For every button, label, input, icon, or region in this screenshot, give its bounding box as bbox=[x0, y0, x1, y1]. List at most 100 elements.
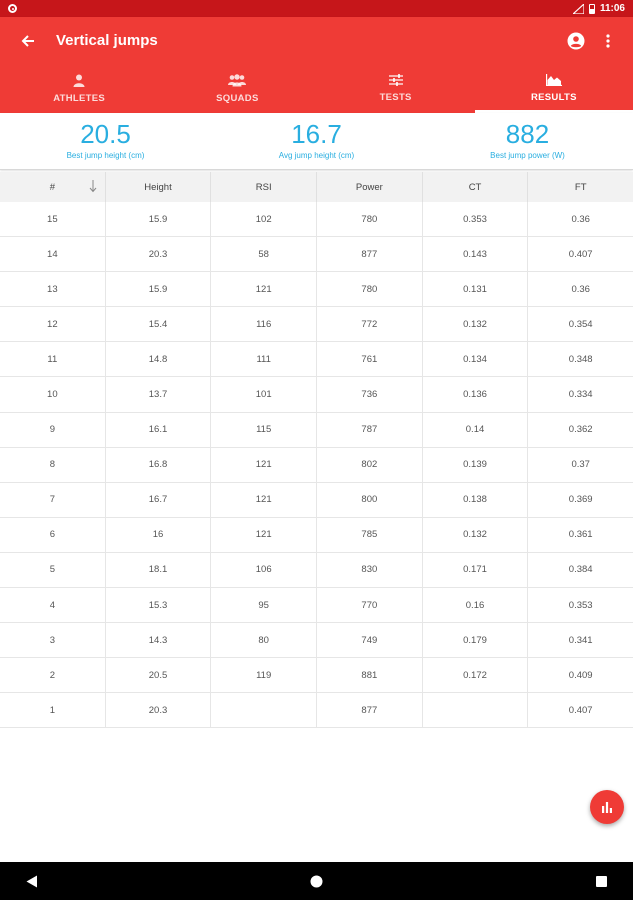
notification-icon bbox=[8, 4, 17, 13]
signal-icon bbox=[572, 3, 584, 14]
nav-recents-icon[interactable] bbox=[591, 871, 611, 891]
cell-rsi: 121 bbox=[211, 517, 318, 552]
cell-rsi: 121 bbox=[211, 447, 318, 482]
summary-stats: 20.5 Best jump height (cm) 16.7 Avg jump… bbox=[0, 113, 633, 170]
system-nav-bar bbox=[0, 862, 633, 900]
tune-icon bbox=[388, 74, 403, 86]
stat-value: 16.7 bbox=[291, 119, 342, 149]
cell-ct: 0.139 bbox=[423, 447, 529, 482]
stat-best-power: 882 Best jump power (W) bbox=[422, 113, 633, 169]
tab-results[interactable]: RESULTS bbox=[474, 64, 633, 113]
cell-ct: 0.172 bbox=[423, 658, 529, 693]
table-row[interactable]: 14 20.3 58 877 0.143 0.407 bbox=[0, 237, 633, 273]
cell-number: 11 bbox=[0, 342, 106, 377]
cell-number: 1 bbox=[0, 693, 106, 728]
table-row[interactable]: 11 14.8 111 761 0.134 0.348 bbox=[0, 342, 633, 378]
cell-power: 780 bbox=[317, 272, 423, 307]
cell-height: 15.9 bbox=[106, 202, 212, 237]
cell-power: 881 bbox=[317, 658, 423, 693]
cell-ft: 0.36 bbox=[571, 283, 590, 295]
bar-chart-icon bbox=[602, 802, 612, 813]
nav-home-icon[interactable] bbox=[307, 871, 327, 891]
tab-tests[interactable]: TESTS bbox=[317, 64, 475, 113]
chart-fab-button[interactable] bbox=[590, 790, 624, 824]
results-table: # Height RSI Power CT FT 15 15.9 102 780 0.3… bbox=[0, 172, 633, 729]
cell-height: 18.1 bbox=[106, 552, 212, 588]
tab-squads[interactable]: SQUADS bbox=[158, 64, 316, 113]
table-row[interactable]: 15 15.9 102 780 0.353 0.36 bbox=[0, 202, 633, 238]
cell-height: 16.7 bbox=[106, 482, 212, 517]
app-screen: 11:06 Vertical jumps ATHLETES SQUADS TES… bbox=[0, 0, 633, 900]
table-row[interactable]: 13 15.9 121 780 0.131 0.36 bbox=[0, 272, 633, 308]
cell-ft: 0.409 bbox=[568, 669, 593, 681]
table-row[interactable]: 2 20.5 119 881 0.172 0.409 bbox=[0, 658, 633, 694]
column-header-ft[interactable]: FT bbox=[528, 172, 633, 202]
table-row[interactable]: 10 13.7 101 736 0.136 0.334 bbox=[0, 377, 633, 413]
cell-power: 877 bbox=[317, 693, 423, 728]
cell-rsi: 106 bbox=[211, 552, 318, 588]
cell-ft: 0.341 bbox=[568, 634, 593, 646]
cell-number: 14 bbox=[0, 237, 106, 272]
column-header-label: # bbox=[49, 181, 55, 193]
sort-arrow-down-icon[interactable] bbox=[89, 179, 97, 193]
cell-number: 7 bbox=[0, 482, 106, 517]
cell-ct: 0.16 bbox=[423, 588, 529, 623]
cell-ct: 0.132 bbox=[423, 307, 529, 342]
cell-rsi: 80 bbox=[211, 623, 318, 658]
nav-back-icon[interactable] bbox=[22, 871, 42, 891]
cell-number: 12 bbox=[0, 307, 106, 342]
column-header-label: Power bbox=[355, 181, 383, 193]
cell-number: 6 bbox=[0, 517, 106, 552]
cell-rsi: 111 bbox=[211, 342, 318, 377]
column-header-ct[interactable]: CT bbox=[423, 172, 529, 202]
tab-athletes-label: ATHLETES bbox=[53, 92, 106, 104]
cell-height: 13.7 bbox=[106, 377, 212, 412]
cell-ft: 0.37 bbox=[571, 459, 590, 471]
table-row[interactable]: 9 16.1 115 787 0.14 0.362 bbox=[0, 412, 633, 448]
cell-rsi: 116 bbox=[211, 307, 318, 342]
cell-number: 2 bbox=[0, 658, 106, 693]
cell-ft: 0.369 bbox=[568, 494, 593, 506]
cell-ft: 0.407 bbox=[568, 704, 593, 716]
cell-rsi: 95 bbox=[211, 588, 318, 623]
stat-value: 882 bbox=[505, 119, 550, 149]
tab-squads-label: SQUADS bbox=[216, 92, 259, 104]
stat-label: Best jump height (cm) bbox=[66, 151, 145, 160]
battery-icon bbox=[588, 3, 595, 14]
table-row[interactable]: 4 15.3 95 770 0.16 0.353 bbox=[0, 588, 633, 624]
column-header-power[interactable]: Power bbox=[317, 172, 423, 202]
column-header-rsi[interactable]: RSI bbox=[211, 172, 318, 202]
toolbar-row: Vertical jumps bbox=[0, 17, 633, 64]
cell-ft: 0.361 bbox=[568, 529, 593, 541]
back-arrow-icon[interactable] bbox=[16, 29, 40, 53]
table-row[interactable]: 6 16 121 785 0.132 0.361 bbox=[0, 517, 633, 553]
column-header-height[interactable]: Height bbox=[106, 172, 212, 202]
cell-height: 16.1 bbox=[106, 412, 212, 447]
cell-height: 20.3 bbox=[106, 693, 212, 728]
cell-number: 10 bbox=[0, 377, 106, 412]
cell-height: 20.5 bbox=[106, 658, 212, 693]
person-icon bbox=[73, 74, 85, 87]
column-header-number[interactable]: # bbox=[0, 172, 106, 202]
cell-height: 16.8 bbox=[106, 447, 212, 482]
cell-height: 15.9 bbox=[106, 272, 212, 307]
account-icon[interactable] bbox=[563, 28, 589, 54]
app-toolbar: Vertical jumps ATHLETES SQUADS TESTS RES… bbox=[0, 17, 633, 113]
cell-height: 20.3 bbox=[106, 237, 212, 272]
table-row[interactable]: 8 16.8 121 802 0.139 0.37 bbox=[0, 447, 633, 483]
tab-athletes[interactable]: ATHLETES bbox=[0, 64, 158, 113]
column-header-label: Height bbox=[144, 181, 172, 193]
cell-rsi: 115 bbox=[211, 412, 318, 447]
table-row[interactable]: 1 20.3 877 0.407 bbox=[0, 693, 633, 729]
tab-bar: ATHLETES SQUADS TESTS RESULTS bbox=[0, 64, 633, 113]
more-vert-icon[interactable] bbox=[595, 28, 621, 54]
table-row[interactable]: 7 16.7 121 800 0.138 0.369 bbox=[0, 482, 633, 518]
table-row[interactable]: 3 14.3 80 749 0.179 0.341 bbox=[0, 623, 633, 659]
cell-number: 3 bbox=[0, 623, 106, 658]
cell-ft: 0.334 bbox=[568, 389, 593, 401]
stat-value: 20.5 bbox=[80, 119, 131, 149]
table-row[interactable]: 12 15.4 116 772 0.132 0.354 bbox=[0, 307, 633, 343]
table-row[interactable]: 5 18.1 106 830 0.171 0.384 bbox=[0, 552, 633, 589]
cell-ft: 0.407 bbox=[568, 248, 593, 260]
cell-power: 736 bbox=[317, 377, 423, 412]
